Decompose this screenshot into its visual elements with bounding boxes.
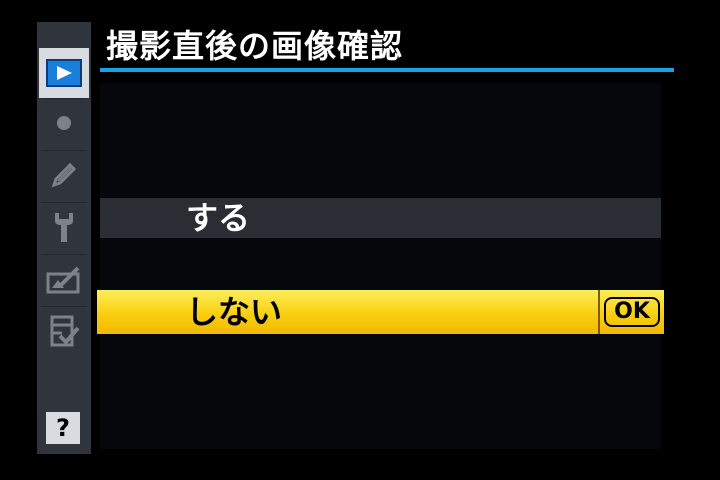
- setup-tab[interactable]: [39, 204, 89, 254]
- playback-icon: [46, 59, 82, 87]
- custom-settings-tab[interactable]: [39, 152, 89, 202]
- retouch-icon: [46, 264, 82, 298]
- camera-menu-screen: ? 撮影直後の画像確認 する しない OK: [0, 0, 720, 480]
- rail-divider: [41, 254, 87, 255]
- option-label: しない: [186, 293, 283, 331]
- shooting-tab[interactable]: [39, 100, 89, 150]
- shooting-icon: [49, 108, 79, 142]
- my-menu-tab[interactable]: [39, 308, 89, 358]
- setup-wrench-icon: [49, 210, 79, 248]
- menu-tab-rail: ?: [37, 22, 91, 454]
- ok-button-icon: OK: [604, 297, 660, 327]
- rail-divider: [41, 98, 87, 99]
- my-menu-icon: [48, 314, 80, 352]
- title-underline: [100, 68, 674, 72]
- help-icon: ?: [56, 414, 70, 442]
- rail-divider: [41, 150, 87, 151]
- playback-tab[interactable]: [39, 48, 89, 98]
- ok-confirm-cell[interactable]: OK: [598, 290, 664, 334]
- rail-divider: [41, 202, 87, 203]
- option-on[interactable]: する: [100, 198, 661, 238]
- rail-divider: [41, 306, 87, 307]
- options-panel: [100, 83, 661, 449]
- custom-settings-pencil-icon: [48, 159, 80, 195]
- option-label: する: [186, 199, 251, 237]
- help-button[interactable]: ?: [46, 412, 80, 444]
- page-title: 撮影直後の画像確認: [106, 27, 404, 65]
- option-off-selected[interactable]: しない OK: [97, 290, 664, 334]
- retouch-tab[interactable]: [39, 256, 89, 306]
